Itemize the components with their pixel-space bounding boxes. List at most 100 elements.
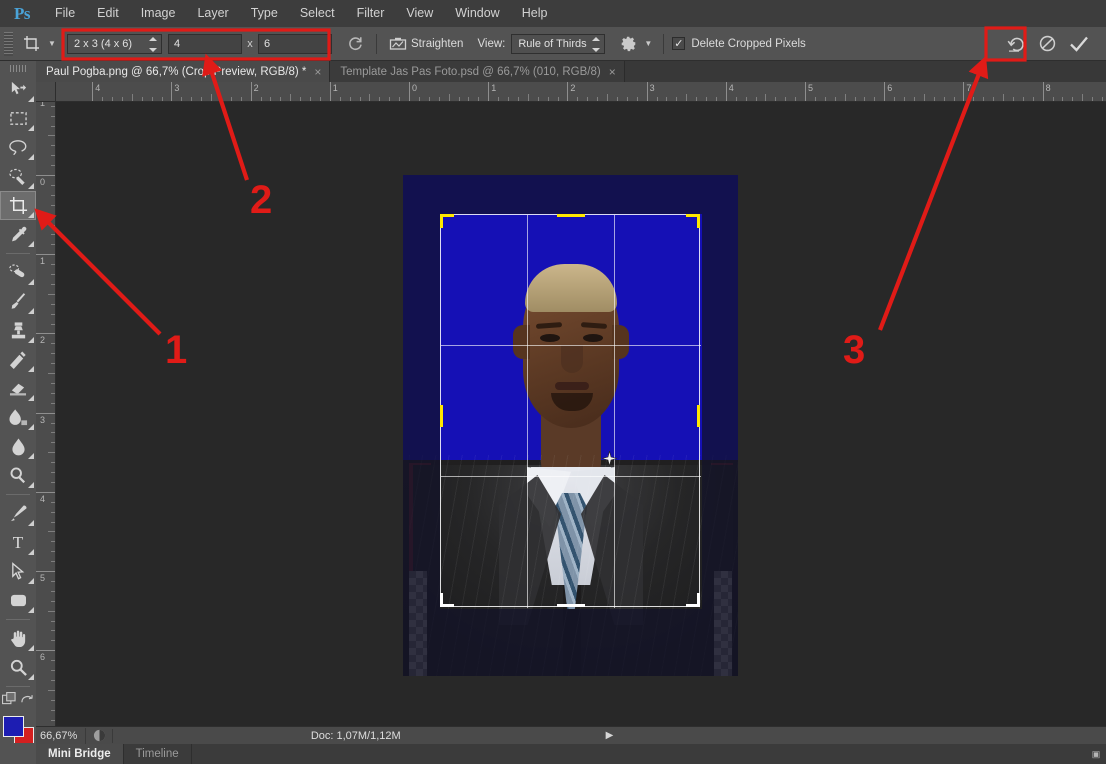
lasso-tool[interactable] bbox=[0, 133, 36, 162]
ruler-corner[interactable] bbox=[36, 82, 56, 102]
menu-help[interactable]: Help bbox=[511, 0, 559, 27]
commit-crop-checkmark-icon[interactable] bbox=[1066, 31, 1092, 57]
path-selection-tool[interactable] bbox=[0, 557, 36, 586]
document-preview-icon[interactable] bbox=[86, 729, 112, 742]
crop-handle-bottom-right-v[interactable] bbox=[697, 593, 700, 607]
menu-type[interactable]: Type bbox=[240, 0, 289, 27]
ruler-minor-tick bbox=[696, 97, 698, 101]
pen-tool[interactable] bbox=[0, 499, 36, 528]
close-icon[interactable]: × bbox=[314, 65, 321, 79]
straighten-icon[interactable] bbox=[385, 31, 411, 57]
bottom-panel-collapse-icon[interactable]: ▣ bbox=[1086, 749, 1106, 760]
ruler-minor-tick bbox=[666, 97, 668, 101]
ruler-minor-tick bbox=[51, 699, 55, 701]
crop-tool[interactable] bbox=[0, 191, 36, 220]
delete-cropped-pixels-label[interactable]: Delete Cropped Pixels bbox=[691, 38, 805, 50]
ruler-minor-tick bbox=[51, 194, 55, 196]
document-tab-template-jas-pas-foto[interactable]: Template Jas Pas Foto.psd @ 66,7% (010, … bbox=[330, 61, 625, 82]
crop-handle-top-center[interactable] bbox=[557, 214, 585, 217]
straighten-label[interactable]: Straighten bbox=[411, 38, 463, 50]
eraser-tool[interactable] bbox=[0, 374, 36, 403]
menu-file[interactable]: File bbox=[44, 0, 86, 27]
dodge-tool[interactable] bbox=[0, 461, 36, 490]
overlay-stepper-icon[interactable] bbox=[591, 36, 600, 52]
ruler-minor-tick bbox=[557, 97, 559, 101]
menu-image[interactable]: Image bbox=[130, 0, 187, 27]
crop-handle-bottom-left-v[interactable] bbox=[440, 593, 443, 607]
rectangular-marquee-tool[interactable] bbox=[0, 104, 36, 133]
crop-height-input[interactable]: 6 bbox=[258, 33, 332, 54]
ruler-minor-tick bbox=[51, 105, 55, 107]
crop-rectangle[interactable] bbox=[440, 214, 701, 608]
tool-submenu-indicator bbox=[28, 645, 34, 651]
gear-chevron-down-icon[interactable]: ▼ bbox=[641, 39, 655, 48]
foreground-color-swatch[interactable] bbox=[3, 716, 24, 737]
brush-tool[interactable] bbox=[0, 287, 36, 316]
ruler-minor-tick bbox=[1062, 97, 1064, 101]
move-tool[interactable] bbox=[0, 75, 36, 104]
hand-tool[interactable] bbox=[0, 624, 36, 653]
crop-handle-middle-right[interactable] bbox=[697, 405, 700, 427]
vertical-ruler[interactable]: 1 0 1 2 3 4 5 6 bbox=[36, 102, 56, 743]
eyedropper-tool[interactable] bbox=[0, 220, 36, 249]
document-tab-paul-pogba[interactable]: Paul Pogba.png @ 66,7% (Crop Preview, RG… bbox=[36, 61, 331, 82]
crop-handle-bottom-center[interactable] bbox=[557, 604, 585, 607]
tool-preset-chevron-down-icon[interactable]: ▼ bbox=[45, 39, 59, 48]
ruler-minor-tick bbox=[48, 214, 55, 216]
delete-cropped-pixels-checkbox[interactable]: ✓ bbox=[672, 37, 686, 50]
preset-stepper-icon[interactable] bbox=[148, 36, 157, 52]
ruler-minor-tick bbox=[51, 719, 55, 721]
tools-divider-4 bbox=[6, 686, 30, 687]
ruler-minor-tick bbox=[112, 97, 113, 101]
clone-stamp-tool[interactable] bbox=[0, 316, 36, 345]
close-icon[interactable]: × bbox=[609, 65, 616, 79]
document-canvas[interactable] bbox=[403, 175, 738, 676]
crop-handle-middle-left[interactable] bbox=[440, 405, 443, 427]
ruler-minor-tick bbox=[1003, 94, 1004, 101]
ruler-label: 3 bbox=[649, 83, 655, 93]
menu-window[interactable]: Window bbox=[444, 0, 510, 27]
canvas-area[interactable] bbox=[56, 102, 1106, 743]
reset-crop-icon[interactable] bbox=[1004, 31, 1030, 57]
crop-handle-top-right-v[interactable] bbox=[697, 214, 700, 228]
history-brush-tool[interactable] bbox=[0, 345, 36, 374]
menu-edit[interactable]: Edit bbox=[86, 0, 130, 27]
tools-panel-collapse-handle[interactable] bbox=[0, 61, 36, 75]
menu-select[interactable]: Select bbox=[289, 0, 346, 27]
gear-icon[interactable] bbox=[615, 31, 641, 57]
ruler-minor-tick bbox=[201, 97, 203, 101]
blur-tool[interactable] bbox=[0, 432, 36, 461]
zoom-tool[interactable] bbox=[0, 653, 36, 682]
ruler-major-tick bbox=[329, 82, 331, 101]
ruler-major-tick bbox=[725, 82, 727, 101]
ruler-label: 3 bbox=[40, 414, 46, 425]
gradient-tool[interactable] bbox=[0, 403, 36, 432]
status-expand-arrow-icon[interactable]: ▶ bbox=[599, 730, 621, 741]
cancel-crop-icon[interactable] bbox=[1034, 31, 1060, 57]
crop-tool-icon[interactable] bbox=[19, 31, 45, 57]
crop-aspect-preset-select[interactable]: 2 x 3 (4 x 6) bbox=[67, 33, 162, 54]
quick-selection-tool[interactable] bbox=[0, 162, 36, 191]
menu-filter[interactable]: Filter bbox=[346, 0, 396, 27]
menu-layer[interactable]: Layer bbox=[186, 0, 239, 27]
type-tool[interactable]: T bbox=[0, 528, 36, 557]
reset-colors-icon[interactable] bbox=[20, 692, 34, 708]
crop-overlay-select[interactable]: Rule of Thirds bbox=[511, 33, 606, 54]
crop-handle-top-left-v[interactable] bbox=[440, 214, 443, 228]
tab-timeline[interactable]: Timeline bbox=[124, 744, 192, 764]
zoom-level-input[interactable]: 66,67% bbox=[36, 727, 86, 744]
ruler-minor-tick bbox=[933, 97, 935, 101]
tab-mini-bridge[interactable]: Mini Bridge bbox=[36, 744, 124, 764]
ruler-minor-tick bbox=[389, 97, 391, 101]
options-bar-grip[interactable] bbox=[4, 31, 13, 56]
rectangle-shape-tool[interactable] bbox=[0, 586, 36, 615]
horizontal-ruler[interactable]: 4 3 2 1 0 1 2 3 4 5 6 7 8 bbox=[56, 82, 1106, 102]
crop-width-input[interactable]: 4 bbox=[168, 33, 242, 54]
ruler-minor-tick bbox=[51, 343, 55, 345]
menu-view[interactable]: View bbox=[395, 0, 444, 27]
ruler-minor-tick bbox=[220, 97, 222, 101]
edit-toolbar-icon[interactable] bbox=[1, 691, 17, 708]
document-tab-label: Template Jas Pas Foto.psd @ 66,7% (010, … bbox=[340, 65, 601, 78]
swap-dimensions-icon[interactable] bbox=[342, 31, 368, 57]
spot-healing-brush-tool[interactable] bbox=[0, 258, 36, 287]
